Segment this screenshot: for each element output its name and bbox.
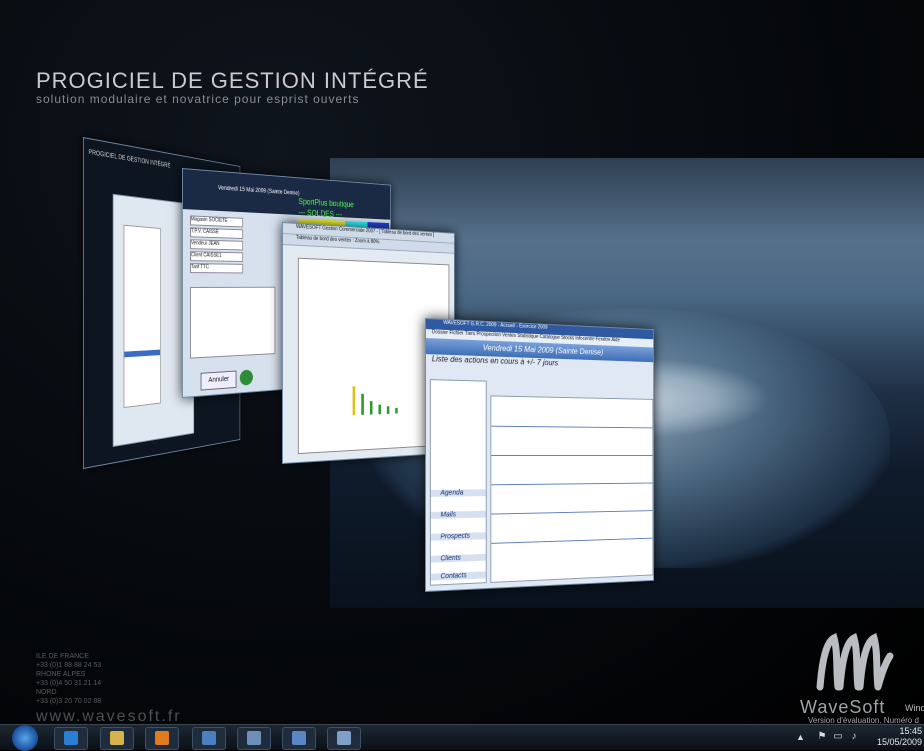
wavesoft-app-4-icon	[337, 731, 351, 745]
taskbar: ▲ ⚑ ▭ ♪ 15:45 15/05/2009	[0, 724, 924, 751]
tray-expand-arrow-icon[interactable]: ▲	[796, 732, 805, 742]
pos-field-tarif[interactable]: Tarif TTC	[190, 263, 244, 274]
sidebar-mails[interactable]: Mails	[430, 510, 486, 519]
chart-bar	[386, 406, 390, 414]
contact-line: RHONE ALPES	[36, 671, 86, 678]
flag-icon[interactable]: ⚑	[816, 731, 828, 743]
sidebar-prospects[interactable]: Prospects	[430, 532, 486, 541]
calendar-line	[491, 455, 653, 456]
taskbar-app-1[interactable]	[192, 727, 226, 750]
chart-bar	[369, 401, 373, 415]
calendar-line	[491, 510, 653, 515]
pos-items-grid[interactable]	[190, 286, 276, 359]
pos-date: Vendredi 15 Mai 2009 (Sainte Denise)	[217, 185, 300, 197]
wavesoft-logo-icon	[816, 632, 894, 691]
taskbar-app-3[interactable]	[282, 727, 316, 750]
wavesoft-app-2-icon	[247, 731, 261, 745]
sidebar-contacts[interactable]: Contacts	[430, 571, 486, 581]
calendar-line	[491, 482, 653, 486]
internet-explorer-icon	[64, 731, 78, 745]
chart-bar	[395, 407, 398, 414]
media-player-icon	[155, 731, 169, 745]
contact-line: +33 (0)3 20 70 02 88	[36, 698, 102, 705]
taskbar-app-2[interactable]	[237, 727, 271, 750]
sidebar-clients[interactable]: Clients	[430, 553, 486, 563]
folder-icon	[110, 731, 124, 745]
wavesoft-logo-text: WaveSoft	[800, 697, 886, 717]
windows-watermark: Window	[905, 703, 924, 713]
chart-bar	[352, 386, 356, 416]
clock-time: 15:45	[899, 726, 922, 736]
pos-field-tpv[interactable]: T.P.V. CAISSE	[190, 227, 244, 239]
crm-agenda-calendar[interactable]	[490, 395, 654, 592]
start-button[interactable]	[12, 725, 38, 751]
pos-field-vendeur[interactable]: Vendeur JEAN	[190, 239, 244, 251]
contact-line: +33 (0)4 50 31 21 14	[36, 680, 102, 687]
evaluation-watermark: Version d'évaluation. Numéro d	[808, 716, 919, 724]
pos-field-client[interactable]: Client CAISSE1	[190, 251, 244, 262]
cancel-button[interactable]: Annuler	[200, 370, 237, 391]
calendar-line	[491, 537, 653, 544]
desktop-subtitle: solution modulaire et novatrice pour esp…	[36, 92, 360, 106]
taskbar-app-4[interactable]	[327, 727, 361, 750]
website-url: www.wavesoft.fr	[36, 708, 182, 724]
contact-block: ILE DE FRANCE +33 (0)1 88 88 24 53 RHONE…	[36, 652, 101, 706]
system-clock[interactable]: 15:45 15/05/2009	[862, 726, 922, 748]
wavesoft-app-3-icon	[292, 731, 306, 745]
taskbar-media[interactable]	[145, 727, 179, 750]
contact-line: +33 (0)1 88 88 24 53	[36, 662, 102, 669]
pos-sale-banner: --- SOLDES ---	[298, 207, 343, 220]
crm-sidebar: Agenda Mails Prospects Clients Contacts	[429, 379, 487, 586]
desktop-title: PROGICIEL DE GESTION INTÉGRÉ	[36, 68, 429, 93]
pos-field-magasin[interactable]: Magasin SOCIETE	[190, 215, 244, 228]
clock-date: 15/05/2009	[876, 737, 922, 747]
selected-row[interactable]	[124, 349, 161, 358]
chart-bar	[361, 393, 364, 415]
calendar-line	[491, 425, 653, 429]
ok-round-button[interactable]	[239, 369, 253, 386]
taskbar-ie[interactable]	[54, 727, 88, 750]
desktop: PROGICIEL DE GESTION INTÉGRÉ solution mo…	[0, 0, 924, 724]
taskbar-explorer[interactable]	[100, 727, 134, 750]
contact-line: ILE DE FRANCE	[36, 653, 89, 660]
wavesoft-app-1-icon	[202, 731, 216, 745]
sidebar-agenda[interactable]: Agenda	[430, 489, 486, 497]
data-list[interactable]	[123, 224, 161, 409]
contact-line: NORD	[36, 689, 57, 696]
network-icon[interactable]: ▭	[832, 731, 844, 743]
window-crm[interactable]: WAVESOFT G.R.C. 2009 - Accueil - Exercic…	[425, 318, 655, 592]
chart-bar	[378, 404, 381, 415]
volume-icon[interactable]: ♪	[848, 731, 860, 743]
